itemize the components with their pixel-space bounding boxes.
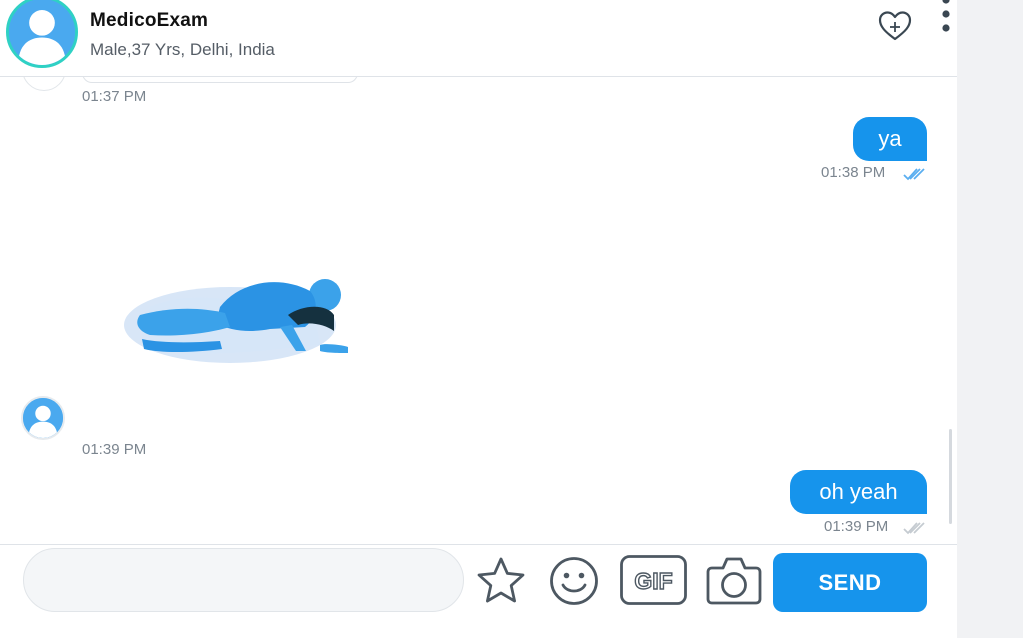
star-button[interactable] [475, 555, 527, 607]
more-options-button[interactable] [936, 0, 956, 36]
message-text: oh yeah [819, 479, 898, 504]
user-avatar-icon [9, 0, 75, 65]
gif-icon: GIF [620, 555, 687, 605]
incoming-message-bubble[interactable] [82, 77, 358, 83]
chat-window: MedicoExam Male,37 Yrs, Delhi, India 01:… [0, 0, 957, 638]
contact-details: Male,37 Yrs, Delhi, India [90, 40, 275, 59]
page-background [957, 0, 1023, 638]
send-button[interactable]: SEND [773, 553, 927, 612]
more-vertical-icon [942, 0, 950, 32]
double-check-icon [903, 168, 925, 181]
star-icon [477, 557, 525, 603]
gif-button[interactable]: GIF [620, 555, 687, 605]
sticker-image[interactable] [120, 267, 352, 377]
smiley-icon [550, 557, 598, 605]
heart-plus-icon [878, 11, 912, 41]
user-avatar-icon [23, 398, 63, 438]
message-timestamp: 01:37 PM [82, 88, 147, 105]
composer-bar: GIF SEND [0, 544, 957, 612]
message-list[interactable]: 01:37 PM ya 01:38 PM 01:39 PM oh yeah 01… [0, 77, 957, 544]
message-timestamp: 01:39 PM [824, 518, 889, 535]
emoji-button[interactable] [548, 555, 600, 607]
sender-avatar [22, 77, 66, 91]
double-check-icon [903, 522, 925, 535]
camera-icon [706, 557, 762, 605]
outgoing-message-bubble[interactable]: ya [853, 117, 927, 161]
contact-avatar[interactable] [6, 0, 78, 68]
scrollbar-thumb[interactable] [949, 429, 952, 524]
message-timestamp: 01:38 PM [821, 164, 886, 181]
message-input[interactable] [23, 548, 464, 612]
message-timestamp: 01:39 PM [82, 441, 147, 458]
favorite-button[interactable] [876, 8, 914, 44]
gif-label: GIF [634, 568, 672, 594]
camera-button[interactable] [706, 554, 762, 606]
message-text: ya [878, 126, 902, 151]
outgoing-message-bubble[interactable]: oh yeah [790, 470, 927, 514]
sender-avatar[interactable] [21, 396, 65, 440]
chat-header: MedicoExam Male,37 Yrs, Delhi, India [0, 0, 957, 77]
contact-name[interactable]: MedicoExam [90, 10, 208, 32]
